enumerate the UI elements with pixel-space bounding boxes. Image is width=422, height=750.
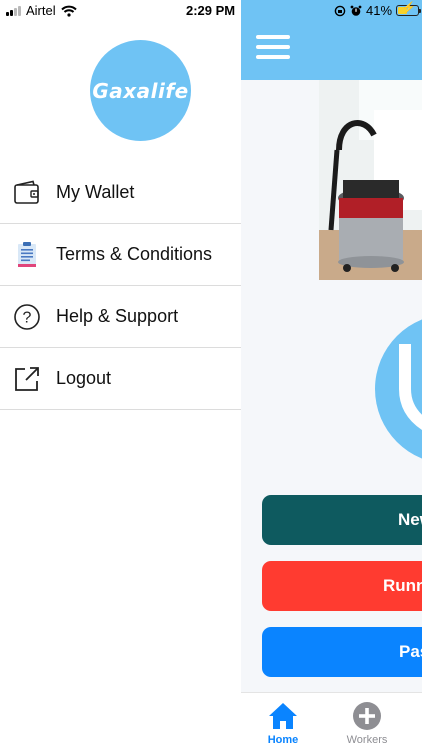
new-orders-button[interactable]: New <box>262 495 422 545</box>
external-link-icon <box>13 365 41 393</box>
wallet-icon <box>13 179 41 207</box>
menu-label: My Wallet <box>56 182 135 202</box>
battery-icon: ⚡ <box>396 3 422 16</box>
menu-label: Terms & Conditions <box>56 244 213 264</box>
tab-label: Workers <box>346 734 388 746</box>
status-bar: Airtel 2:29 PM 41% ⚡ <box>0 0 422 22</box>
wifi-icon <box>60 5 77 17</box>
drawer-menu: My Wallet Terms & Conditions ? Help & Su… <box>0 162 241 410</box>
plus-circle-icon <box>353 702 381 730</box>
menu-item-help-support[interactable]: ? Help & Support <box>0 286 241 348</box>
lock-rotation-icon <box>334 5 346 16</box>
shield-graphic <box>375 314 422 464</box>
hamburger-menu-icon[interactable] <box>256 35 292 63</box>
status-right: 41% ⚡ <box>334 3 422 18</box>
menu-label: Logout <box>56 368 112 388</box>
bottom-tab-bar: Home Workers <box>241 692 422 750</box>
menu-item-my-wallet[interactable]: My Wallet <box>0 162 241 224</box>
question-icon: ? <box>13 303 41 331</box>
main-screen: New Runn Pas Home Workers <box>241 0 422 750</box>
signal-icon <box>6 5 21 16</box>
tab-workers[interactable]: Workers <box>337 701 397 746</box>
app-logo: Gaxalife <box>90 40 191 141</box>
menu-item-terms-conditions[interactable]: Terms & Conditions <box>0 224 241 286</box>
svg-text:?: ? <box>23 310 32 327</box>
banner-image <box>319 80 422 280</box>
alarm-icon <box>350 5 362 16</box>
clock: 2:29 PM <box>186 3 236 18</box>
tab-label: Home <box>267 734 299 746</box>
document-icon <box>13 241 41 269</box>
logo-text: Gaxalife <box>92 78 189 103</box>
vacuum-cleaner-photo <box>319 80 422 280</box>
past-orders-button[interactable]: Pas <box>262 627 422 677</box>
battery-percent: 41% <box>366 3 393 18</box>
home-icon <box>269 703 297 729</box>
running-orders-button[interactable]: Runn <box>262 561 422 611</box>
side-drawer: Gaxalife My Wallet Terms & Conditions ? … <box>0 0 241 750</box>
carrier-name: Airtel <box>26 3 56 18</box>
menu-item-logout[interactable]: Logout <box>0 348 241 410</box>
status-left: Airtel <box>6 3 77 18</box>
tab-home[interactable]: Home <box>253 701 313 746</box>
menu-label: Help & Support <box>56 306 179 326</box>
